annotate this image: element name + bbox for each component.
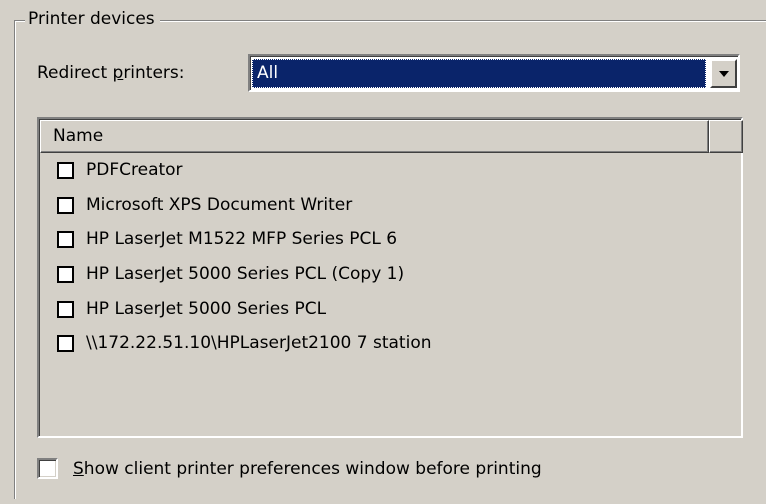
printer-checkbox[interactable] <box>57 196 74 214</box>
dropdown-selected-value[interactable]: All <box>252 59 706 88</box>
label-suffix: rinters: <box>123 63 185 83</box>
show-preferences-label[interactable]: Show client printer preferences window b… <box>73 457 542 481</box>
list-header: Name <box>40 120 743 153</box>
printer-checkbox[interactable] <box>57 335 74 353</box>
printer-name: HP LaserJet 5000 Series PCL (Copy 1) <box>86 264 405 285</box>
printer-checkbox[interactable] <box>57 162 74 179</box>
option-label-rest: how client printer preferences window be… <box>83 459 542 479</box>
list-item[interactable]: PDFCreator <box>39 155 741 190</box>
printer-name: \\172.22.51.10\HPLaserJet2100 7 station <box>86 333 432 354</box>
printer-checkbox[interactable] <box>57 300 74 318</box>
printer-name: HP LaserJet M1522 MFP Series PCL 6 <box>86 229 398 250</box>
group-title: Printer devices <box>25 8 160 30</box>
printer-checkbox[interactable] <box>57 266 74 284</box>
redirect-printers-dropdown[interactable]: All <box>248 54 740 92</box>
list-item[interactable]: HP LaserJet M1522 MFP Series PCL 6 <box>39 224 741 259</box>
label-mnemonic: p <box>112 63 124 83</box>
list-item[interactable]: HP LaserJet 5000 Series PCL (Copy 1) <box>39 259 741 294</box>
label-prefix: Redirect <box>37 63 113 83</box>
printer-checkbox[interactable] <box>57 231 74 249</box>
list-item[interactable]: Microsoft XPS Document Writer <box>39 190 741 225</box>
list-item[interactable]: HP LaserJet 5000 Series PCL <box>39 294 741 329</box>
printer-rows: PDFCreator Microsoft XPS Document Writer… <box>39 155 741 363</box>
column-header-filler <box>709 120 743 153</box>
show-preferences-checkbox[interactable] <box>37 458 58 479</box>
printer-name: Microsoft XPS Document Writer <box>86 194 353 215</box>
column-header-name[interactable]: Name <box>40 120 709 153</box>
printer-name: HP LaserJet 5000 Series PCL <box>86 298 327 319</box>
option-mnemonic: S <box>73 459 84 479</box>
printer-name: PDFCreator <box>86 160 183 180</box>
dropdown-button[interactable] <box>710 59 737 88</box>
printer-list[interactable]: Name PDFCreator Microsoft XPS Document W… <box>37 117 743 438</box>
chevron-down-icon <box>719 71 729 77</box>
redirect-printers-label: Redirect printers: <box>37 62 185 84</box>
list-item[interactable]: \\172.22.51.10\HPLaserJet2100 7 station <box>39 328 741 363</box>
